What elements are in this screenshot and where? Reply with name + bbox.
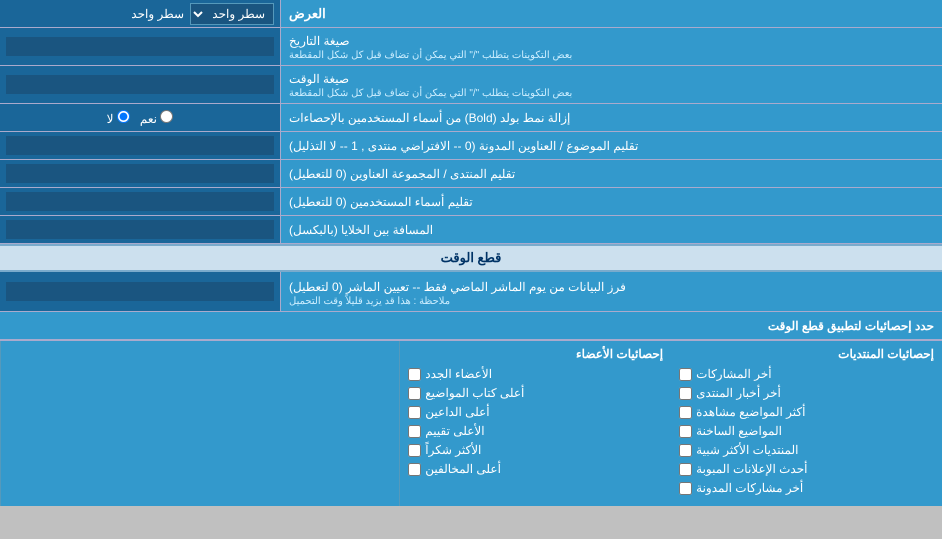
time-format-row: صيغة الوقت بعض التكوينات يتطلب "/" التي …	[0, 66, 942, 104]
checkbox-member-item-0: الأعضاء الجدد	[408, 367, 663, 381]
trim-forum-label: تقليم المنتدى / المجموعة العناوين (0 للت…	[280, 160, 942, 187]
trim-forum-input-area: 33	[0, 160, 280, 187]
checkbox-member-item-4: الأكثر شكراً	[408, 443, 663, 457]
date-format-input-area: d-m	[0, 28, 280, 65]
col2-title: إحصائيات الأعضاء	[408, 347, 663, 361]
trim-subject-label: تقليم الموضوع / العناوين المدونة (0 -- ا…	[280, 132, 942, 159]
checkbox-item-2: أكثر المواضيع مشاهدة	[679, 405, 934, 419]
trim-subject-input[interactable]: 33	[6, 136, 274, 155]
checkbox-member-3[interactable]	[408, 425, 421, 438]
checkbox-member-item-3: الأعلى تقييم	[408, 424, 663, 438]
checkbox-item-0: أخر المشاركات	[679, 367, 934, 381]
header-label: العرض	[280, 0, 942, 27]
bold-stats-label: إزالة نمط بولد (Bold) من أسماء المستخدمي…	[280, 104, 942, 131]
cell-spacing-input[interactable]: 2	[6, 220, 274, 239]
time-format-label: صيغة الوقت بعض التكوينات يتطلب "/" التي …	[280, 66, 942, 103]
trim-users-row: تقليم أسماء المستخدمين (0 للتعطيل) 0	[0, 188, 942, 216]
radio-no-label: لا	[107, 110, 130, 126]
checkbox-col-empty	[0, 341, 399, 506]
cell-spacing-row: المسافة بين الخلايا (بالبكسل) 2	[0, 216, 942, 244]
display-dropdown[interactable]: سطر واحد سطرين ثلاثة أسطر	[190, 3, 274, 25]
trim-users-label: تقليم أسماء المستخدمين (0 للتعطيل)	[280, 188, 942, 215]
cutoff-row: فرز البيانات من يوم الماشر الماضي فقط --…	[0, 272, 942, 312]
date-format-row: صيغة التاريخ بعض التكوينات يتطلب "/" الت…	[0, 28, 942, 66]
trim-forum-row: تقليم المنتدى / المجموعة العناوين (0 للت…	[0, 160, 942, 188]
checkbox-forum-0[interactable]	[679, 368, 692, 381]
checkboxes-area: إحصائيات المنتديات أخر المشاركات أخر أخب…	[0, 340, 942, 506]
checkbox-forum-5[interactable]	[679, 463, 692, 476]
trim-forum-input[interactable]: 33	[6, 164, 274, 183]
checkbox-forum-1[interactable]	[679, 387, 692, 400]
checkbox-forum-6[interactable]	[679, 482, 692, 495]
checkbox-member-item-1: أعلى كتاب المواضيع	[408, 386, 663, 400]
date-format-input[interactable]: d-m	[6, 37, 274, 56]
checkbox-item-4: المنتديات الأكثر شبية	[679, 443, 934, 457]
dropdown-label: سطر واحد	[131, 7, 184, 21]
checkbox-member-item-5: أعلى المخالفين	[408, 462, 663, 476]
checkbox-col-members: إحصائيات الأعضاء الأعضاء الجدد أعلى كتاب…	[399, 341, 671, 506]
checkbox-member-4[interactable]	[408, 444, 421, 457]
cell-spacing-input-area: 2	[0, 216, 280, 243]
checkbox-member-0[interactable]	[408, 368, 421, 381]
time-format-input[interactable]: H:i	[6, 75, 274, 94]
checkbox-item-5: أحدث الإعلانات المبوبة	[679, 462, 934, 476]
col1-title: إحصائيات المنتديات	[679, 347, 934, 361]
bold-stats-input-area: نعم لا	[0, 104, 280, 131]
limit-label: حدد إحصائيات لتطبيق قطع الوقت	[0, 315, 942, 337]
date-format-label: صيغة التاريخ بعض التكوينات يتطلب "/" الت…	[280, 28, 942, 65]
radio-yes[interactable]	[160, 110, 173, 123]
radio-yes-label: نعم	[140, 110, 173, 126]
header-row: العرض سطر واحد سطرين ثلاثة أسطر سطر واحد	[0, 0, 942, 28]
checkbox-forum-3[interactable]	[679, 425, 692, 438]
trim-users-input[interactable]: 0	[6, 192, 274, 211]
checkbox-member-1[interactable]	[408, 387, 421, 400]
checkbox-item-1: أخر أخبار المنتدى	[679, 386, 934, 400]
checkbox-member-item-2: أعلى الداعين	[408, 405, 663, 419]
cutoff-section-header: قطع الوقت	[0, 244, 942, 272]
checkbox-item-3: المواضيع الساخنة	[679, 424, 934, 438]
trim-subject-input-area: 33	[0, 132, 280, 159]
cutoff-input-area: 0	[0, 272, 280, 311]
header-input-area: سطر واحد سطرين ثلاثة أسطر سطر واحد	[0, 0, 280, 27]
radio-no[interactable]	[117, 110, 130, 123]
cutoff-input[interactable]: 0	[6, 282, 274, 301]
main-container: العرض سطر واحد سطرين ثلاثة أسطر سطر واحد…	[0, 0, 942, 506]
checkbox-col-forums: إحصائيات المنتديات أخر المشاركات أخر أخب…	[671, 341, 942, 506]
bold-stats-row: إزالة نمط بولد (Bold) من أسماء المستخدمي…	[0, 104, 942, 132]
bold-radio-group: نعم لا	[107, 110, 174, 126]
checkbox-member-5[interactable]	[408, 463, 421, 476]
checkbox-member-2[interactable]	[408, 406, 421, 419]
checkbox-item-6: أخر مشاركات المدونة	[679, 481, 934, 495]
time-format-input-area: H:i	[0, 66, 280, 103]
cell-spacing-label: المسافة بين الخلايا (بالبكسل)	[280, 216, 942, 243]
trim-subject-row: تقليم الموضوع / العناوين المدونة (0 -- ا…	[0, 132, 942, 160]
checkbox-forum-4[interactable]	[679, 444, 692, 457]
cutoff-label: فرز البيانات من يوم الماشر الماضي فقط --…	[280, 272, 942, 311]
trim-users-input-area: 0	[0, 188, 280, 215]
checkbox-forum-2[interactable]	[679, 406, 692, 419]
limit-row: حدد إحصائيات لتطبيق قطع الوقت	[0, 312, 942, 340]
